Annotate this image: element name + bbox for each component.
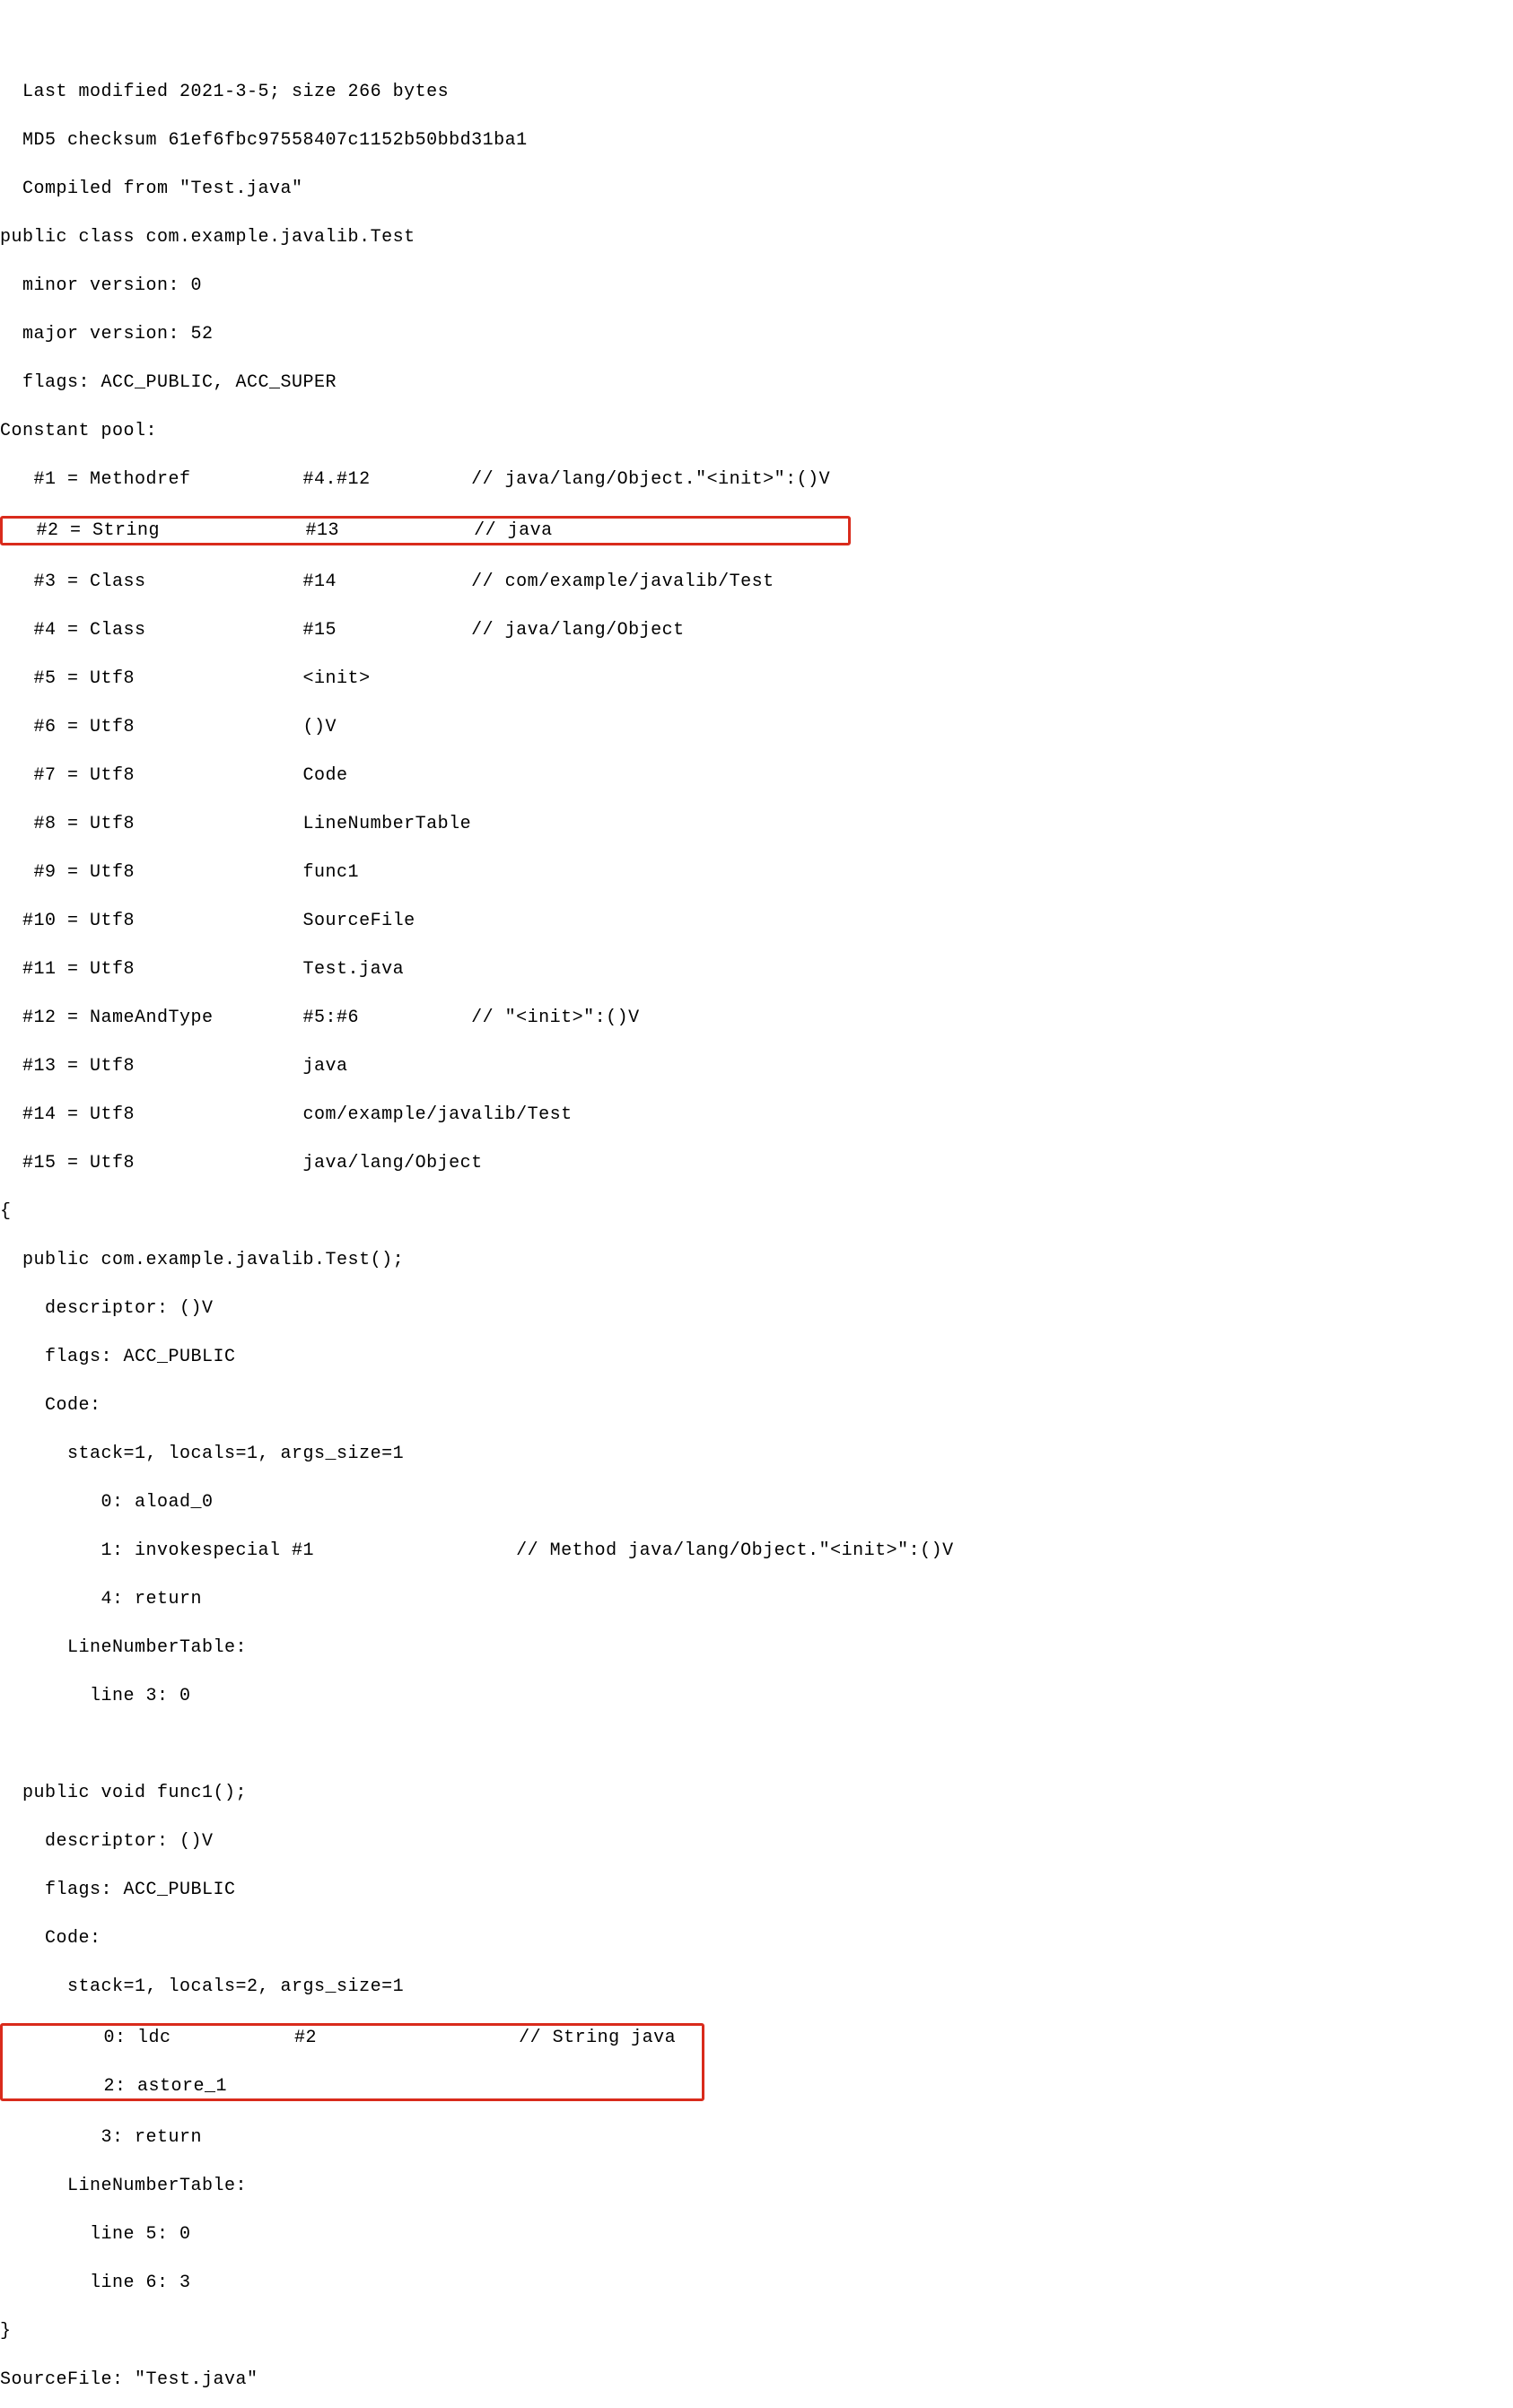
cp-entry-5: #5 = Utf8 <init> bbox=[0, 667, 1513, 691]
cp-entry-11: #11 = Utf8 Test.java bbox=[0, 957, 1513, 982]
func1-bytecode-3: 3: return bbox=[0, 2125, 1513, 2150]
cp-entry-14: #14 = Utf8 com/example/javalib/Test bbox=[0, 1103, 1513, 1127]
cp-entry-1: #1 = Methodref #4.#12 // java/lang/Objec… bbox=[0, 467, 1513, 492]
cp-entry-7: #7 = Utf8 Code bbox=[0, 763, 1513, 788]
cp-entry-15: #15 = Utf8 java/lang/Object bbox=[0, 1151, 1513, 1175]
class-flags: flags: ACC_PUBLIC, ACC_SUPER bbox=[0, 371, 1513, 395]
cp-entry-4: #4 = Class #15 // java/lang/Object bbox=[0, 618, 1513, 642]
header-compiled-from: Compiled from "Test.java" bbox=[0, 177, 1513, 201]
func1-flags: flags: ACC_PUBLIC bbox=[0, 1878, 1513, 1902]
func1-bytecode-0: 0: ldc #2 // String java bbox=[3, 2026, 698, 2050]
cp-entry-10: #10 = Utf8 SourceFile bbox=[0, 909, 1513, 933]
ctor-lnt-header: LineNumberTable: bbox=[0, 1636, 1513, 1660]
ctor-flags: flags: ACC_PUBLIC bbox=[0, 1345, 1513, 1369]
ctor-lnt-line3: line 3: 0 bbox=[0, 1684, 1513, 1708]
ctor-stack: stack=1, locals=1, args_size=1 bbox=[0, 1442, 1513, 1466]
header-md5: MD5 checksum 61ef6fbc97558407c1152b50bbd… bbox=[0, 128, 1513, 153]
func1-lnt-header: LineNumberTable: bbox=[0, 2174, 1513, 2198]
ctor-bytecode-4: 4: return bbox=[0, 1587, 1513, 1611]
cp-entry-9: #9 = Utf8 func1 bbox=[0, 860, 1513, 885]
constant-pool-header: Constant pool: bbox=[0, 419, 1513, 443]
ctor-signature: public com.example.javalib.Test(); bbox=[0, 1248, 1513, 1272]
blank-line bbox=[0, 1732, 1513, 1757]
func1-descriptor: descriptor: ()V bbox=[0, 1829, 1513, 1854]
func1-bytecode-2: 2: astore_1 bbox=[3, 2074, 698, 2098]
cp-entry-13: #13 = Utf8 java bbox=[0, 1054, 1513, 1078]
ctor-bytecode-1: 1: invokespecial #1 // Method java/lang/… bbox=[0, 1539, 1513, 1563]
close-brace: } bbox=[0, 2319, 1513, 2343]
minor-version: minor version: 0 bbox=[0, 274, 1513, 298]
cp-entry-3: #3 = Class #14 // com/example/javalib/Te… bbox=[0, 570, 1513, 594]
ctor-bytecode-0: 0: aload_0 bbox=[0, 1490, 1513, 1514]
source-file: SourceFile: "Test.java" bbox=[0, 2368, 1513, 2392]
cp-entry-6: #6 = Utf8 ()V bbox=[0, 715, 1513, 739]
func1-stack: stack=1, locals=2, args_size=1 bbox=[0, 1975, 1513, 1999]
header-last-modified: Last modified 2021-3-5; size 266 bytes bbox=[0, 80, 1513, 104]
class-declaration: public class com.example.javalib.Test bbox=[0, 225, 1513, 249]
func1-code-header: Code: bbox=[0, 1926, 1513, 1950]
ctor-code-header: Code: bbox=[0, 1393, 1513, 1418]
open-brace: { bbox=[0, 1200, 1513, 1224]
major-version: major version: 52 bbox=[0, 322, 1513, 346]
func1-lnt-line6: line 6: 3 bbox=[0, 2271, 1513, 2295]
ctor-descriptor: descriptor: ()V bbox=[0, 1296, 1513, 1321]
func1-lnt-line5: line 5: 0 bbox=[0, 2222, 1513, 2247]
highlight-cp2: #2 = String #13 // java bbox=[0, 516, 851, 545]
func1-signature: public void func1(); bbox=[0, 1781, 1513, 1805]
highlight-bytecode: 0: ldc #2 // String java 2: astore_1 bbox=[0, 2023, 704, 2101]
cp-entry-12: #12 = NameAndType #5:#6 // "<init>":()V bbox=[0, 1006, 1513, 1030]
cp-entry-8: #8 = Utf8 LineNumberTable bbox=[0, 812, 1513, 836]
cp-entry-2: #2 = String #13 // java bbox=[3, 519, 844, 543]
